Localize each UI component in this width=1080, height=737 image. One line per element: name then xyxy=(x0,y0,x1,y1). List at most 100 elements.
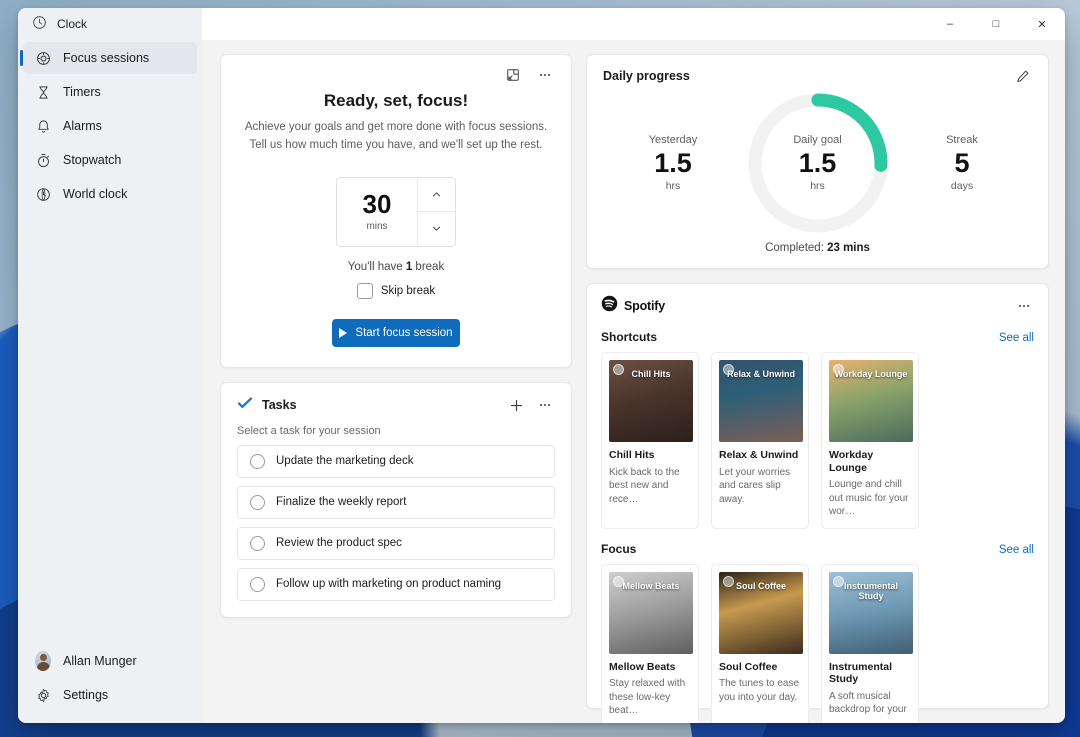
task-item[interactable]: Review the product spec xyxy=(237,527,555,560)
sidebar-item-stopwatch[interactable]: Stopwatch xyxy=(23,144,197,176)
sidebar-item-world-clock[interactable]: World clock xyxy=(23,178,197,210)
task-item[interactable]: Finalize the weekly report xyxy=(237,486,555,519)
app-identity: Clock xyxy=(18,8,202,40)
task-radio[interactable] xyxy=(250,495,265,510)
playlist-description: Stay relaxed with these low-key beat… xyxy=(609,677,691,718)
app-title: Clock xyxy=(57,17,87,31)
see-all-link[interactable]: See all xyxy=(999,544,1034,556)
daily-goal-ring-chart: Daily goal 1.5 hrs xyxy=(743,88,893,238)
stat-unit: hrs xyxy=(810,180,825,192)
todo-check-icon xyxy=(237,395,253,416)
sidebar-item-alarms[interactable]: Alarms xyxy=(23,110,197,142)
pencil-icon[interactable] xyxy=(1012,66,1032,86)
break-info: You'll have 1 break xyxy=(237,261,555,273)
close-button[interactable]: ✕ xyxy=(1019,8,1065,40)
tasks-subtitle: Select a task for your session xyxy=(237,425,555,437)
window-controls: – □ ✕ xyxy=(927,8,1065,40)
hourglass-icon xyxy=(35,84,51,100)
playlist-title: Relax & Unwind xyxy=(719,449,801,462)
main-content: Ready, set, focus! Achieve your goals an… xyxy=(202,40,1065,723)
sidebar-item-account[interactable]: Allan Munger xyxy=(23,645,197,677)
playlist-title: Chill Hits xyxy=(609,449,691,462)
thumbnail-caption: Chill Hits xyxy=(627,369,674,379)
thumbnail-caption: Relax & Unwind xyxy=(723,369,799,379)
section-header-focus: Focus See all xyxy=(601,542,1034,556)
ellipsis-icon[interactable] xyxy=(535,395,555,415)
task-item[interactable]: Follow up with marketing on product nami… xyxy=(237,568,555,601)
see-all-link[interactable]: See all xyxy=(999,332,1034,344)
stat-unit: days xyxy=(920,180,1004,192)
stat-unit: hrs xyxy=(631,180,715,192)
playlist-tile[interactable]: Workday Lounge Workday Lounge Lounge and… xyxy=(821,352,919,529)
ring-center-stat: Daily goal 1.5 hrs xyxy=(743,88,893,238)
playlist-tile[interactable]: Soul Coffee Soul Coffee The tunes to eas… xyxy=(711,564,809,723)
progress-header: Daily progress xyxy=(603,66,1032,86)
thumbnail-caption: Workday Lounge xyxy=(831,369,912,379)
duration-value: 30 xyxy=(363,191,392,217)
task-radio[interactable] xyxy=(250,536,265,551)
stat-value: 1.5 xyxy=(631,148,715,179)
ellipsis-icon[interactable] xyxy=(1014,296,1034,316)
clock-icon xyxy=(32,15,47,33)
maximize-button[interactable]: □ xyxy=(973,8,1019,40)
thumbnail-caption: Soul Coffee xyxy=(732,581,790,591)
playlist-description: Lounge and chill out music for your wor… xyxy=(829,478,911,519)
playlist-tile[interactable]: Mellow Beats Mellow Beats Stay relaxed w… xyxy=(601,564,699,723)
playlist-tile[interactable]: Relax & Unwind Relax & Unwind Let your w… xyxy=(711,352,809,529)
stepper-down-button[interactable] xyxy=(418,211,455,246)
sidebar-item-settings[interactable]: Settings xyxy=(23,679,197,711)
stat-label: Streak xyxy=(920,134,1004,146)
break-prefix: You'll have xyxy=(348,261,406,273)
minimize-button[interactable]: – xyxy=(927,8,973,40)
duration-unit: mins xyxy=(366,221,387,232)
sidebar-footer: Allan Munger Settings xyxy=(18,645,202,723)
focus-session-card: Ready, set, focus! Achieve your goals an… xyxy=(220,54,572,368)
task-label: Finalize the weekly report xyxy=(276,496,406,508)
focus-sessions-icon xyxy=(35,50,51,66)
duration-value-area[interactable]: 30 mins xyxy=(337,178,417,246)
focus-subtitle-line1: Achieve your goals and get more done wit… xyxy=(245,121,547,133)
shortcuts-tiles: Chill Hits Chill Hits Kick back to the b… xyxy=(601,352,1034,529)
stat-streak: Streak 5 days xyxy=(920,134,1004,191)
playlist-thumbnail: Soul Coffee xyxy=(719,572,803,654)
tasks-header: Tasks xyxy=(237,395,555,416)
sidebar-item-focus-sessions[interactable]: Focus sessions xyxy=(23,42,197,74)
spotify-header: Spotify xyxy=(601,295,1034,317)
playlist-title: Soul Coffee xyxy=(719,661,801,674)
sidebar-item-label: Settings xyxy=(63,688,108,702)
start-focus-session-button[interactable]: Start focus session xyxy=(332,319,460,347)
start-button-label: Start focus session xyxy=(355,327,452,339)
ellipsis-icon[interactable] xyxy=(535,65,555,85)
sidebar-item-timers[interactable]: Timers xyxy=(23,76,197,108)
tasks-title: Tasks xyxy=(262,398,297,412)
sidebar-item-label: Stopwatch xyxy=(63,153,121,167)
focus-tiles: Mellow Beats Mellow Beats Stay relaxed w… xyxy=(601,564,1034,723)
sidebar-item-label: Alarms xyxy=(63,119,102,133)
skip-break-checkbox[interactable] xyxy=(357,283,373,299)
playlist-description: Let your worries and cares slip away. xyxy=(719,466,801,507)
bell-icon xyxy=(35,118,51,134)
skip-break-row[interactable]: Skip break xyxy=(237,283,555,299)
stopwatch-icon xyxy=(35,152,51,168)
plus-icon[interactable] xyxy=(506,395,526,415)
right-column: Daily progress Yesterday 1.5 hrs xyxy=(586,54,1049,709)
playlist-title: Instrumental Study xyxy=(829,661,911,686)
progress-body: Yesterday 1.5 hrs Daily goal 1.5 xyxy=(603,86,1032,238)
task-label: Update the marketing deck xyxy=(276,455,413,467)
stepper-up-button[interactable] xyxy=(418,178,455,212)
account-name: Allan Munger xyxy=(63,654,137,668)
task-item[interactable]: Update the marketing deck xyxy=(237,445,555,478)
break-suffix: break xyxy=(412,261,444,273)
duration-stepper[interactable]: 30 mins xyxy=(336,177,456,247)
title-drag-region[interactable] xyxy=(202,8,927,40)
task-radio[interactable] xyxy=(250,454,265,469)
task-radio[interactable] xyxy=(250,577,265,592)
completed-value: 23 mins xyxy=(827,242,870,254)
globe-clock-icon xyxy=(35,186,51,202)
mini-view-icon[interactable] xyxy=(503,65,523,85)
sidebar-nav: Focus sessions Timers xyxy=(18,42,202,645)
playlist-description: A soft musical backdrop for your … xyxy=(829,690,911,723)
playlist-tile[interactable]: Chill Hits Chill Hits Kick back to the b… xyxy=(601,352,699,529)
skip-break-label: Skip break xyxy=(381,285,435,297)
playlist-tile[interactable]: Instrumental Study Instrumental Study A … xyxy=(821,564,919,723)
